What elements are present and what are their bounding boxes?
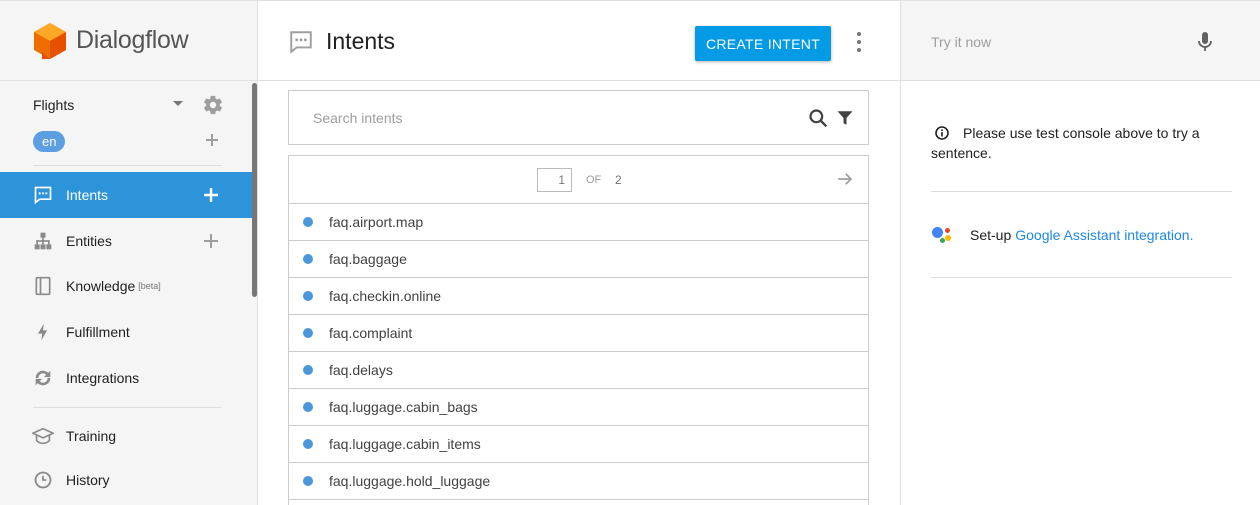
sidebar-item-intents[interactable]: Intents — [0, 172, 252, 218]
microphone-icon[interactable] — [1197, 31, 1213, 53]
sidebar-item-training[interactable]: Training — [0, 413, 252, 459]
sidebar-item-label: Intents — [66, 187, 109, 203]
test-console: Please use test console above to try a s… — [900, 0, 1260, 505]
sidebar-divider — [33, 407, 221, 408]
intent-dot — [303, 476, 313, 486]
sidebar-item-label: Fulfillment — [66, 324, 130, 340]
page-title: Intents — [326, 28, 396, 54]
list-item[interactable]: faq.luggage.cabin_items — [289, 426, 868, 463]
sidebar-item-label: Knowledge — [66, 278, 136, 294]
sidebar: Dialogflow Flights en Intents Entities K… — [0, 0, 258, 505]
graduation-cap-icon — [32, 425, 54, 447]
page-header: Intents CREATE INTENT — [258, 1, 900, 81]
intent-dot — [303, 291, 313, 301]
intent-name: faq.checkin.online — [329, 288, 442, 304]
panel-divider — [931, 277, 1232, 278]
intent-name: faq.complaint — [329, 325, 413, 341]
add-intent-icon[interactable] — [203, 187, 219, 203]
list-item[interactable]: faq.baggage — [289, 241, 868, 278]
intent-dot — [303, 254, 313, 264]
panel-divider — [931, 191, 1232, 192]
page-number-input[interactable]: 1 — [537, 168, 572, 192]
gear-icon[interactable] — [202, 94, 224, 116]
try-it-input[interactable] — [931, 33, 1191, 51]
intent-name: faq.baggage — [329, 251, 407, 267]
search-input[interactable] — [313, 108, 793, 128]
setup-prefix: Set-up — [970, 227, 1012, 243]
pagination: 1 OF 2 — [289, 156, 868, 204]
search-bar — [288, 90, 869, 145]
intent-dot — [303, 439, 313, 449]
sync-icon — [32, 367, 54, 389]
search-icon[interactable] — [808, 108, 828, 128]
create-intent-button[interactable]: CREATE INTENT — [695, 26, 831, 61]
beta-badge: [beta] — [138, 281, 161, 291]
intent-dot — [303, 402, 313, 412]
more-vert-icon[interactable] — [855, 32, 863, 52]
sidebar-divider — [33, 165, 221, 166]
list-item[interactable]: faq.luggage.cabin_bags — [289, 389, 868, 426]
list-item[interactable]: faq.airport.map — [289, 204, 868, 241]
add-entity-icon[interactable] — [203, 233, 219, 249]
main-content: Intents CREATE INTENT 1 OF 2 faq.airport… — [258, 0, 900, 505]
page-total: 2 — [615, 173, 622, 187]
language-row: en — [33, 131, 225, 153]
sidebar-item-entities[interactable]: Entities — [0, 218, 252, 264]
intent-name: faq.airport.map — [329, 214, 424, 230]
intent-dot — [303, 328, 313, 338]
sidebar-item-label: Training — [66, 428, 117, 444]
intent-list: 1 OF 2 faq.airport.map faq.baggage faq.c… — [288, 155, 869, 505]
intent-name: faq.luggage.cabin_bags — [329, 399, 478, 415]
sidebar-item-label: History — [66, 472, 110, 488]
sidebar-item-fulfillment[interactable]: Fulfillment — [0, 309, 252, 355]
logo[interactable]: Dialogflow — [0, 1, 257, 81]
add-language-icon[interactable] — [205, 133, 219, 147]
intent-name: faq.luggage.cabin_items — [329, 436, 481, 452]
arrow-right-icon[interactable] — [836, 170, 854, 188]
sidebar-item-label: Entities — [66, 233, 112, 249]
lightning-icon — [32, 321, 54, 343]
sidebar-item-history[interactable]: History — [0, 457, 252, 503]
list-item[interactable]: faq.delays — [289, 352, 868, 389]
assistant-integration-link[interactable]: Google Assistant integration. — [1015, 227, 1193, 243]
logo-text: Dialogflow — [76, 26, 189, 54]
assistant-setup: Set-up Google Assistant integration. — [931, 223, 1193, 247]
hierarchy-icon — [32, 230, 54, 252]
info-icon — [935, 126, 949, 140]
filter-icon[interactable] — [836, 109, 854, 127]
agent-name: Flights — [33, 97, 75, 113]
chevron-down-icon[interactable] — [173, 101, 183, 106]
dialogflow-logo-icon — [34, 22, 66, 59]
try-it-bar — [901, 1, 1260, 81]
language-chip[interactable]: en — [33, 131, 66, 152]
list-item[interactable]: faq.complaint — [289, 315, 868, 352]
sidebar-item-knowledge[interactable]: Knowledge [beta] — [0, 263, 252, 309]
chat-icon — [32, 184, 54, 206]
chat-icon — [290, 31, 312, 54]
clock-icon — [32, 469, 54, 491]
list-item[interactable]: faq.luggage.hold_luggage — [289, 463, 868, 500]
sidebar-item-label: Integrations — [66, 370, 140, 386]
page-of-label: OF — [586, 174, 602, 186]
intent-name: faq.delays — [329, 362, 393, 378]
list-item[interactable]: faq.checkin.online — [289, 278, 868, 315]
intent-name: faq.luggage.hold_luggage — [329, 473, 491, 489]
google-assistant-icon — [931, 223, 955, 247]
agent-selector[interactable]: Flights — [33, 95, 225, 115]
info-text: Please use test console above to try a s… — [931, 125, 1200, 161]
sidebar-item-integrations[interactable]: Integrations — [0, 355, 252, 401]
book-icon — [32, 275, 54, 297]
intent-dot — [303, 217, 313, 227]
intent-dot — [303, 365, 313, 375]
sidebar-scrollbar[interactable] — [252, 83, 257, 297]
info-message: Please use test console above to try a s… — [931, 123, 1231, 163]
